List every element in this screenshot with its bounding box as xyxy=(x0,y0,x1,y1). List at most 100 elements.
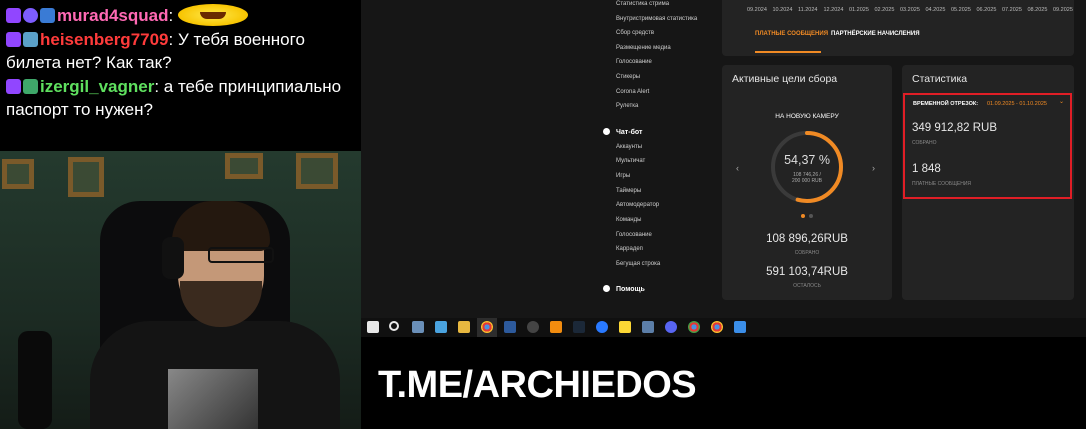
period-selector[interactable]: 01.09.2025 - 01.10.2025 xyxy=(987,101,1047,107)
twitch-badge-icon xyxy=(6,79,21,94)
chat-text: : xyxy=(168,6,174,25)
panel-title: Активные цели сбора xyxy=(732,73,838,85)
chat-username[interactable]: heisenberg7709 xyxy=(40,30,169,49)
gift-badge-icon xyxy=(40,8,55,23)
chart-x-tick: 09.2024 xyxy=(747,7,767,13)
chrome3-icon[interactable] xyxy=(711,321,723,333)
chat-overlay: murad4squad: heisenberg7709: У тебя воен… xyxy=(0,0,361,151)
sidebar-item-automoderator[interactable]: Автомодератор xyxy=(616,202,659,208)
goal-progress-ring: 54,37 % 108 746,26 / 200 000 RUB xyxy=(769,129,845,205)
folder-icon[interactable] xyxy=(458,321,470,333)
sidebar-item-stickers[interactable]: Стикеры xyxy=(616,74,640,80)
chevron-down-icon[interactable]: ⌄ xyxy=(1059,98,1064,105)
collected-label: СОБРАНО xyxy=(794,250,820,256)
task-view-icon[interactable] xyxy=(412,321,424,333)
sidebar-item-corona-alert[interactable]: Corona Alert xyxy=(616,89,649,95)
chart-x-tick: 10.2024 xyxy=(772,7,793,13)
chat-message: heisenberg7709: У тебя военного билета н… xyxy=(6,28,355,74)
goal-name: НА НОВУЮ КАМЕРУ xyxy=(775,113,839,120)
money-badge-icon xyxy=(23,79,38,94)
goal-amounts: 108 746,26 / 200 000 RUB xyxy=(769,172,845,184)
laughing-emote-icon xyxy=(177,4,248,26)
sidebar-item-games[interactable]: Игры xyxy=(616,173,630,179)
sidebar-item-voting-bot[interactable]: Голосование xyxy=(616,232,652,238)
chart-x-tick: 04.2025 xyxy=(925,7,946,13)
sidebar-item-accounts[interactable]: Аккаунты xyxy=(616,144,642,150)
chart-x-tick: 09.2025 xyxy=(1053,7,1073,13)
promo-banner: T.ME/ARCHIEDOS xyxy=(361,337,1086,429)
wall-picture-frame xyxy=(2,159,34,189)
shirt-print xyxy=(168,369,258,429)
period-label: ВРЕМЕННОЙ ОТРЕЗОК: xyxy=(913,101,979,107)
tab-paid-messages[interactable]: ПЛАТНЫЕ СООБЩЕНИЯ xyxy=(755,31,828,37)
discord-icon[interactable] xyxy=(665,321,677,333)
payments-chart-panel: 09.2024 10.2024 11.2024 12.2024 01.2025 … xyxy=(722,0,1074,56)
remaining-value: 591 103,74RUB xyxy=(766,266,848,278)
chart-x-axis: 09.2024 10.2024 11.2024 12.2024 01.2025 … xyxy=(747,7,1079,13)
sidebar-section-label: Чат-бот xyxy=(616,129,643,136)
goal-amount-line: 200 000 RUB xyxy=(791,178,823,184)
sidebar-item-instream-stats[interactable]: Внутристримовая статистика xyxy=(616,16,697,22)
pager-dot-active[interactable] xyxy=(801,214,805,218)
sidebar-section-help[interactable]: Помощь xyxy=(603,285,645,293)
steam2-icon[interactable] xyxy=(642,321,654,333)
amount-label: СОБРАНО xyxy=(912,140,937,146)
active-tab-indicator xyxy=(755,51,821,53)
sidebar-item-commands[interactable]: Команды xyxy=(616,217,641,223)
headset-icon xyxy=(162,237,184,279)
app-icon[interactable] xyxy=(734,321,746,333)
sidebar-item-fundraising[interactable]: Сбор средств xyxy=(616,30,654,36)
sidebar-item-roulette[interactable]: Рулетка xyxy=(616,103,638,109)
sidebar-item-ticker[interactable]: Бегущая строка xyxy=(616,261,660,267)
sidebar-item-voting[interactable]: Голосование xyxy=(616,59,652,65)
chevron-left-icon[interactable]: ‹ xyxy=(736,163,739,173)
sidebar-section-chatbot[interactable]: Чат-бот xyxy=(603,128,642,136)
sidebar-item-kappagen[interactable]: Каррадеп xyxy=(616,246,643,252)
steam-icon[interactable] xyxy=(573,321,585,333)
chart-x-tick: 01.2025 xyxy=(849,7,869,13)
sidebar-item-stream-stats[interactable]: Статистика стрима xyxy=(616,1,669,7)
chrome-icon[interactable] xyxy=(481,321,493,333)
help-lifebuoy-icon xyxy=(603,285,610,292)
chart-x-tick: 02.2025 xyxy=(874,7,895,13)
chart-x-tick: 03.2025 xyxy=(900,7,920,13)
remaining-label: ОСТАЛОСЬ xyxy=(793,283,821,289)
windows-icon[interactable] xyxy=(367,321,379,333)
vlc-icon[interactable] xyxy=(550,321,562,333)
tab-partner-payouts[interactable]: ПАРТНЁРСКИЕ НАЧИСЛЕНИЯ xyxy=(831,31,920,37)
notes-icon[interactable] xyxy=(619,321,631,333)
wall-picture-frame xyxy=(296,153,338,189)
chat-message: izergil_vagner: а тебе принципиально пас… xyxy=(6,75,355,121)
chat-username[interactable]: izergil_vagner xyxy=(40,77,154,96)
active-goals-panel: Активные цели сбора НА НОВУЮ КАМЕРУ ‹ › … xyxy=(722,65,892,300)
sidebar-item-multichat[interactable]: Мультичат xyxy=(616,158,645,164)
chat-username[interactable]: murad4squad xyxy=(57,6,168,25)
twitch-badge-icon xyxy=(6,32,21,47)
media-icon[interactable] xyxy=(596,321,608,333)
chat-message: murad4squad: xyxy=(6,4,355,27)
verified-badge-icon xyxy=(23,8,38,23)
obs-icon[interactable] xyxy=(527,321,539,333)
explorer-icon[interactable] xyxy=(435,321,447,333)
twitch-badge-icon xyxy=(6,8,21,23)
chart-x-tick: 06.2025 xyxy=(976,7,997,13)
goal-percent: 54,37 % xyxy=(784,153,830,167)
progress-ring-svg xyxy=(771,131,843,203)
chrome2-icon[interactable] xyxy=(688,321,700,333)
messages-label: ПЛАТНЫЕ СООБЩЕНИЯ xyxy=(912,181,972,187)
wall-picture-frame xyxy=(225,153,263,179)
chat-bubble-icon xyxy=(603,128,610,135)
chevron-right-icon[interactable]: › xyxy=(872,163,875,173)
wall-picture-frame xyxy=(68,157,104,197)
glasses xyxy=(208,247,274,263)
messages-value: 1 848 xyxy=(912,163,941,175)
chart-x-tick: 05.2025 xyxy=(951,7,971,13)
sidebar-section-label: Помощь xyxy=(616,286,645,293)
powershell-icon[interactable] xyxy=(504,321,516,333)
pager-dot[interactable] xyxy=(809,214,813,218)
search-icon[interactable] xyxy=(389,321,399,331)
sidebar-item-timers[interactable]: Таймеры xyxy=(616,188,641,194)
sidebar-item-media[interactable]: Размещение медиа xyxy=(616,45,671,51)
webcam-feed xyxy=(0,151,361,429)
chart-x-tick: 11.2024 xyxy=(798,7,818,13)
